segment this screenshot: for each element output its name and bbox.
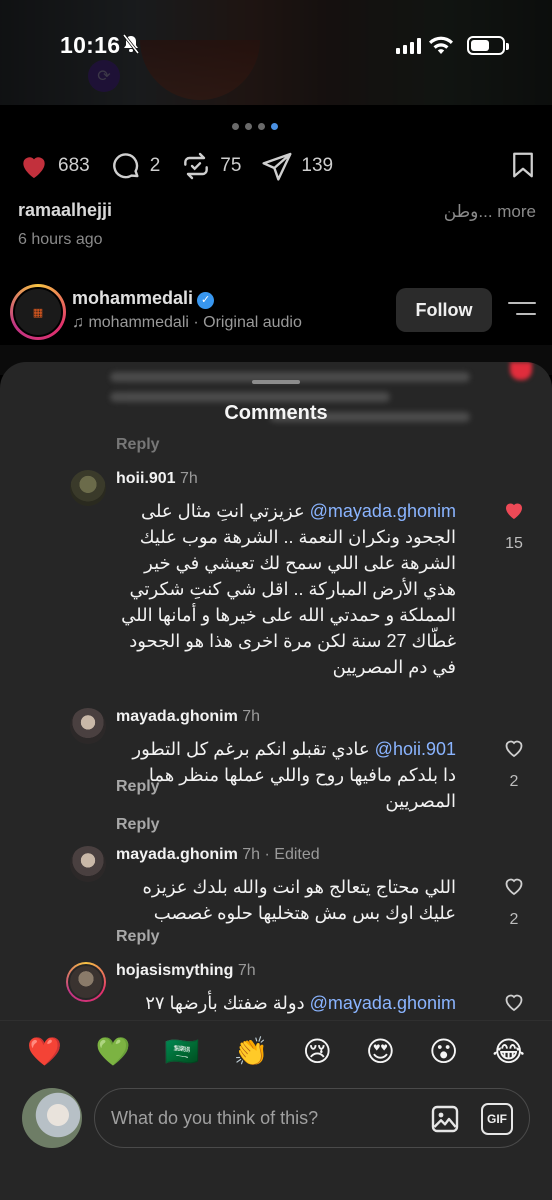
silent-bell-icon: [122, 34, 140, 59]
commenter-username[interactable]: mayada.ghonim: [116, 708, 238, 725]
comment-body: دولة ضفتك بأرضها ٢٧: [145, 993, 305, 1013]
comment-header: mayada.ghonim 7h: [116, 708, 260, 726]
commenter-username[interactable]: hojasismything: [116, 962, 233, 979]
emoji-laughing[interactable]: 😂: [492, 1035, 525, 1068]
comment-text: @mayada.ghonim عزيزتي انتِ مثال على الجح…: [116, 498, 456, 680]
emoji-reaction-bar: ❤️ 💚 🇸🇦 👏 😢 😍 😮 😂: [0, 1020, 552, 1082]
reel-username[interactable]: mohammedali ✓: [72, 288, 215, 309]
carousel-dot: [232, 123, 239, 130]
cell-signal-icon: [396, 38, 421, 54]
reel-audio-text: mohammedali · Original audio: [88, 314, 302, 331]
emoji-red-heart[interactable]: ❤️: [27, 1035, 62, 1068]
gif-button[interactable]: GIF: [481, 1103, 513, 1135]
comment-count: 2: [149, 155, 161, 176]
comment-text: @mayada.ghonim دولة ضفتك بأرضها ٢٧: [116, 990, 456, 1016]
heart-filled-icon: [23, 157, 45, 178]
emoji-crying[interactable]: 😢: [303, 1035, 332, 1068]
emoji-clapping[interactable]: 👏: [234, 1035, 269, 1068]
share-button[interactable]: 139: [261, 150, 333, 182]
drag-handle[interactable]: [252, 380, 300, 384]
music-note-icon: ♫: [72, 314, 84, 331]
my-avatar: [22, 1088, 82, 1148]
comment-meta: 7h: [242, 708, 261, 725]
reel-audio[interactable]: ♫ mohammedali · Original audio: [72, 314, 302, 332]
reply-button[interactable]: Reply: [116, 928, 160, 946]
commenter-avatar[interactable]: [66, 962, 106, 1002]
comment-text: @hoii.901 عادي تقبلو انكم برغم كل التطور…: [116, 736, 456, 814]
blurred-heart-icon: [510, 362, 532, 380]
reply-button[interactable]: Reply: [116, 816, 160, 834]
share-count: 139: [301, 155, 334, 176]
comment-bubble-icon: [112, 153, 139, 179]
repost-button[interactable]: 75: [180, 150, 241, 182]
carousel-dot: [258, 123, 265, 130]
carousel-dots: [232, 123, 278, 130]
comment-like-button[interactable]: [500, 990, 528, 1019]
comment-input[interactable]: [111, 1089, 411, 1147]
emoji-surprised[interactable]: 😮: [429, 1035, 458, 1068]
heart-outline-icon: [505, 994, 523, 1012]
menu-lines-icon[interactable]: [508, 302, 536, 324]
comment-text: اللي محتاج يتعالج هو انت والله بلدك عزيز…: [116, 874, 456, 926]
commenter-avatar[interactable]: [70, 470, 106, 506]
comment-meta: 7h · Edited: [242, 846, 320, 863]
emoji-heart-eyes[interactable]: 😍: [366, 1035, 395, 1068]
comment-like-button[interactable]: 2: [500, 736, 528, 791]
image-icon[interactable]: [429, 1103, 461, 1135]
wifi-icon: [429, 36, 453, 54]
next-reel-header: ▦ mohammedali ✓ ♫ mohammedali · Original …: [10, 284, 542, 342]
heart-filled-icon: [506, 503, 522, 519]
comment-button[interactable]: 2: [110, 150, 161, 182]
comment-header: mayada.ghonim 7h · Edited: [116, 846, 320, 864]
comment-like-count: 2: [509, 911, 519, 928]
emoji-green-heart[interactable]: 💚: [96, 1035, 131, 1068]
sheet-title: Comments: [224, 402, 328, 424]
carousel-dot-active: [271, 123, 278, 130]
commenter-avatar[interactable]: [70, 708, 106, 744]
commenter-avatar[interactable]: [70, 846, 106, 882]
repost-count: 75: [220, 155, 242, 176]
carousel-dot: [245, 123, 252, 130]
faded-reply-link[interactable]: Reply: [116, 436, 160, 454]
comment-like-count: 15: [505, 535, 523, 552]
comment-like-button[interactable]: 2: [500, 874, 528, 929]
comment-mention[interactable]: @mayada.ghonim: [310, 501, 456, 521]
comment-like-count: 2: [509, 773, 519, 790]
battery-icon: [467, 36, 509, 55]
comment-input-row: GIF: [0, 1082, 552, 1200]
post-username[interactable]: ramaalhejji: [18, 200, 112, 221]
reel-username-text: mohammedali: [72, 288, 194, 308]
emoji-saudi-flag[interactable]: 🇸🇦: [165, 1035, 200, 1068]
repost-icon: [184, 152, 209, 180]
comment-body: عزيزتي انتِ مثال على الجحود ونكران النعم…: [121, 501, 456, 677]
verified-badge-icon: ✓: [197, 292, 215, 309]
comment-meta: 7h: [237, 962, 256, 979]
commenter-username[interactable]: hoii.901: [116, 470, 176, 487]
comment-body: اللي محتاج يتعالج هو انت والله بلدك عزيز…: [142, 877, 456, 923]
comment-header: hojasismything 7h: [116, 962, 256, 980]
send-icon: [262, 152, 292, 181]
comment-meta: 7h: [180, 470, 198, 487]
bookmark-icon[interactable]: [508, 150, 538, 180]
follow-button[interactable]: Follow: [396, 288, 492, 332]
comment-mention[interactable]: @mayada.ghonim: [310, 993, 456, 1013]
comment-mention[interactable]: @hoii.901: [375, 739, 456, 759]
comment-like-button[interactable]: 15: [500, 498, 528, 553]
comment-header: hoii.901 7h: [116, 470, 198, 488]
like-count: 683: [58, 155, 90, 176]
post-actions: 683 2 75 139: [18, 146, 538, 186]
comment-input-box: GIF: [94, 1088, 530, 1148]
status-bar: 10:16: [0, 0, 552, 90]
status-time: 10:16: [60, 32, 121, 58]
caption-more[interactable]: وطن... more: [444, 202, 536, 222]
reel-avatar[interactable]: ▦: [10, 284, 66, 340]
post-time-ago: 6 hours ago: [18, 231, 103, 248]
commenter-username[interactable]: mayada.ghonim: [116, 846, 238, 863]
heart-outline-icon: [505, 878, 523, 896]
like-button[interactable]: 683: [18, 150, 90, 182]
heart-outline-icon: [505, 740, 523, 758]
